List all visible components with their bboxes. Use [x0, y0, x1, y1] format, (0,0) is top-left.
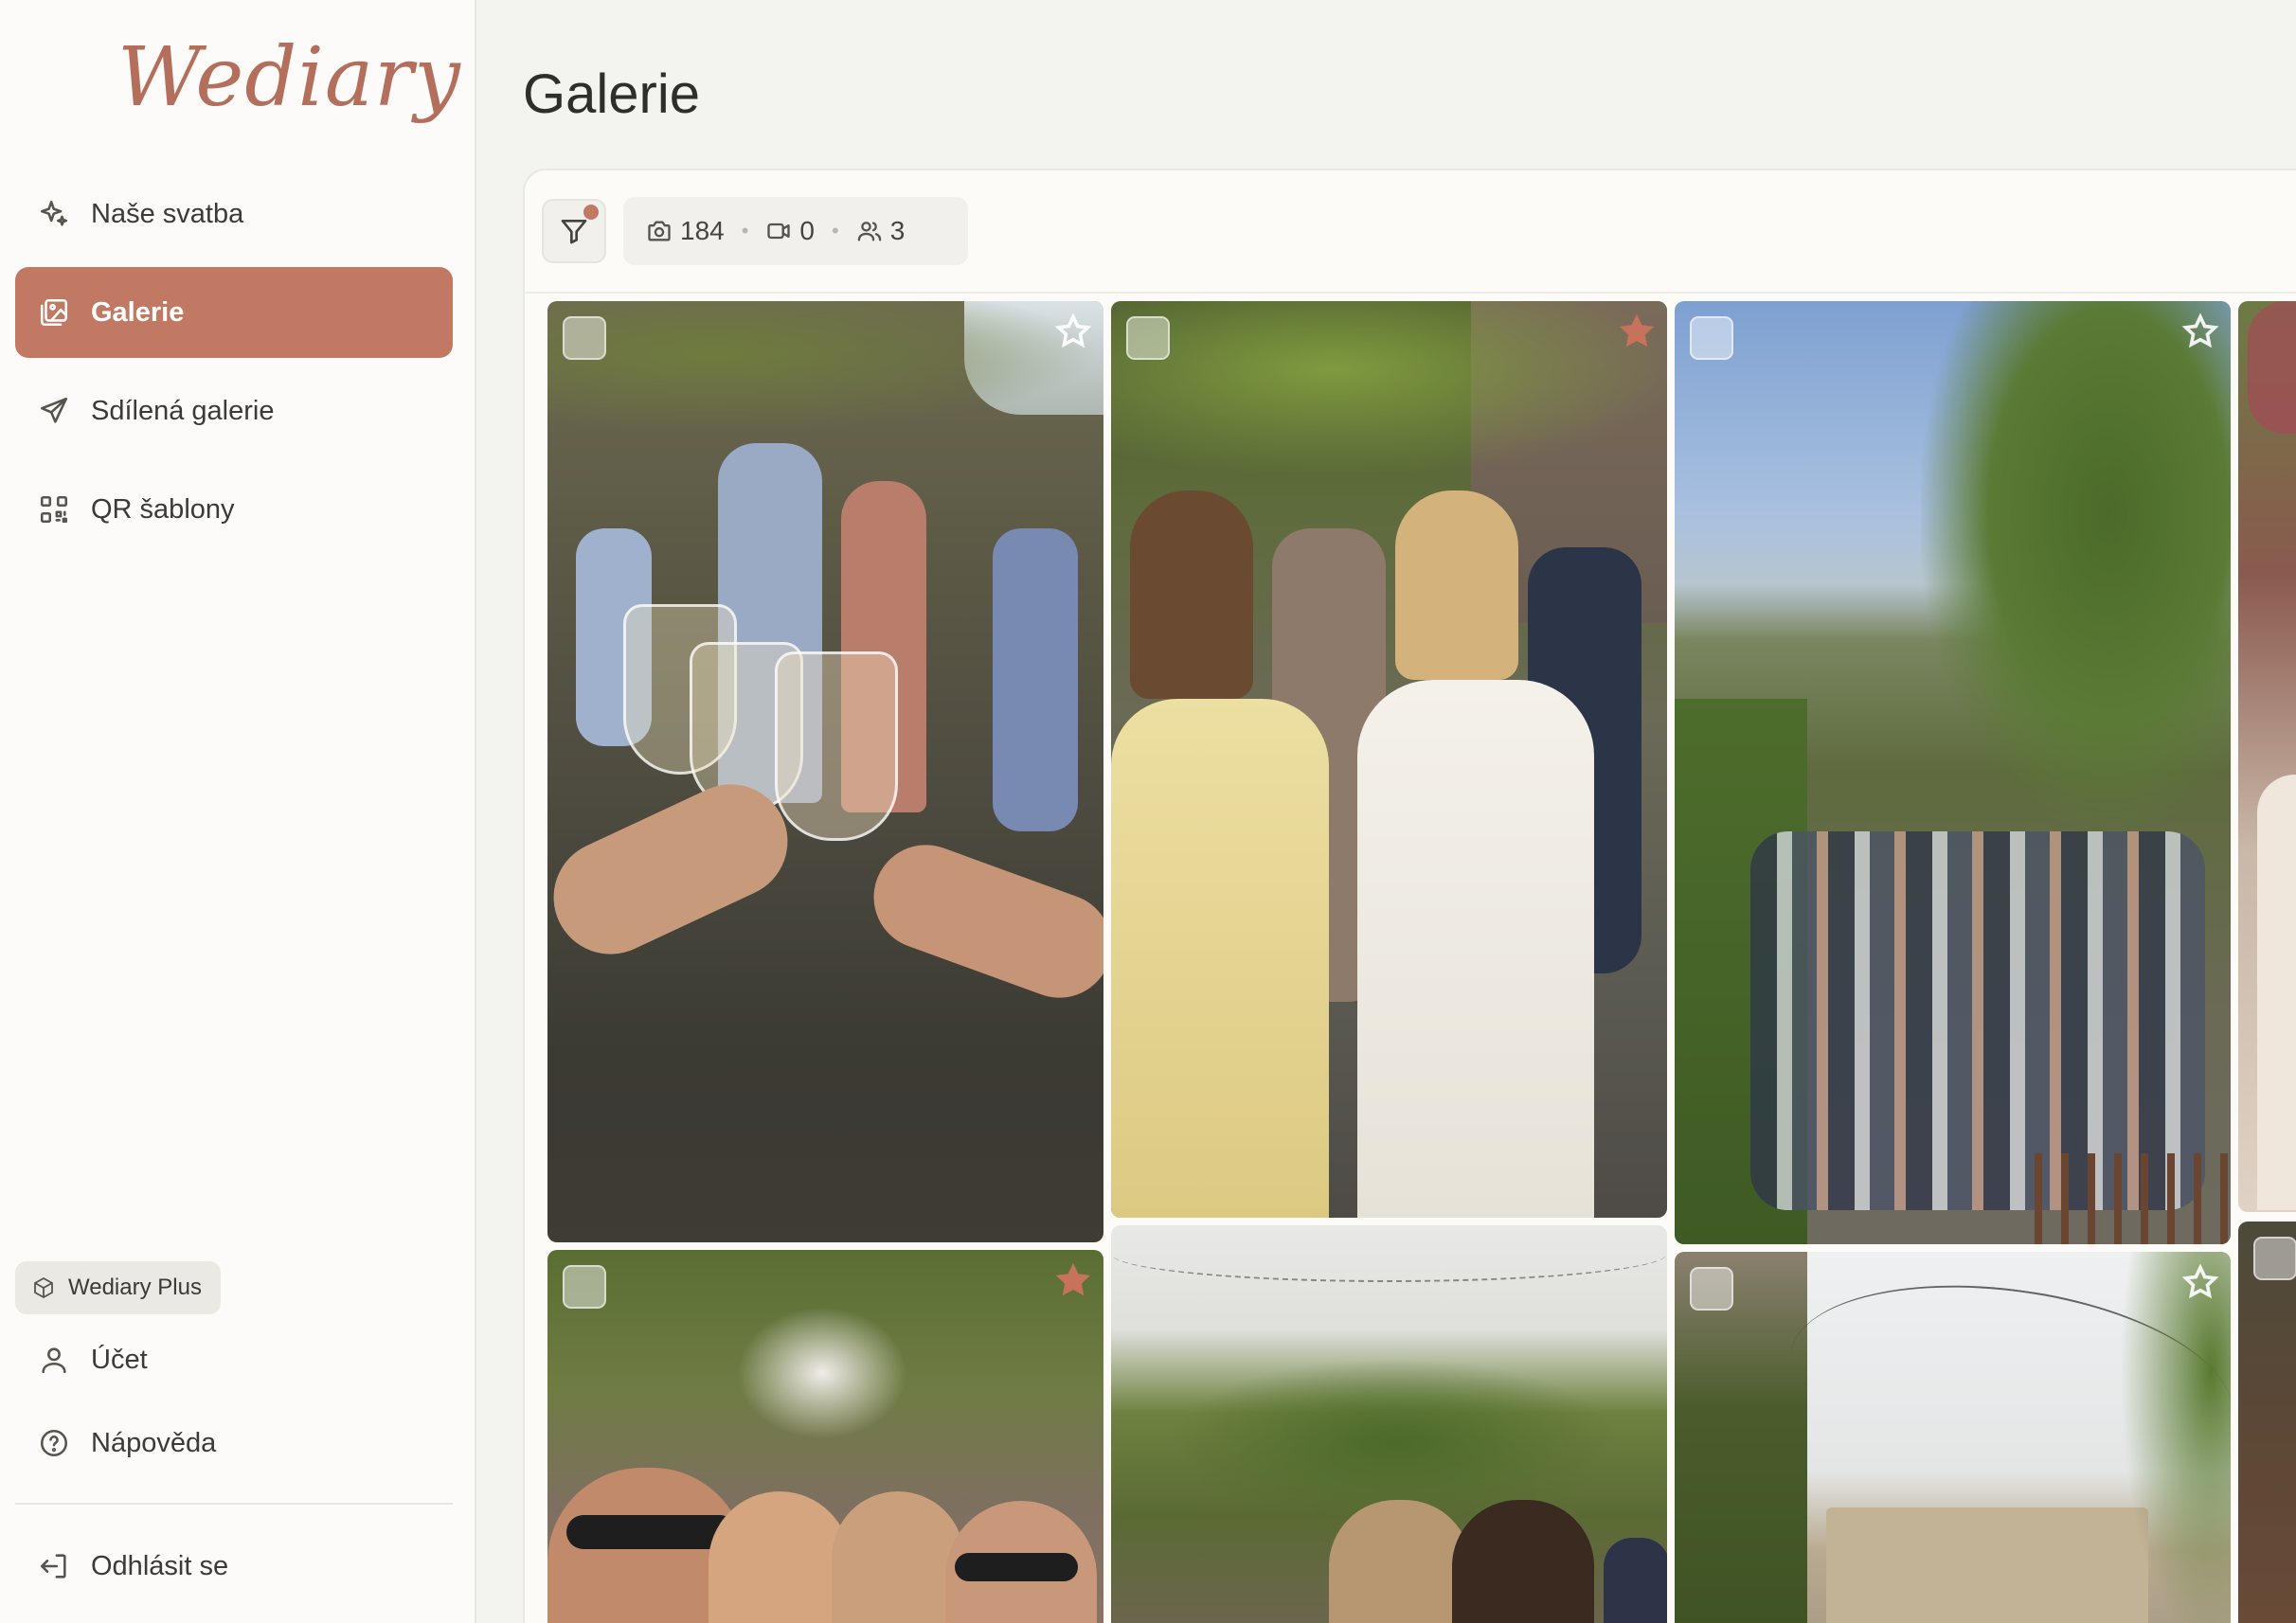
plan-badge[interactable]: Wediary Plus — [15, 1261, 221, 1314]
qr-code-icon — [38, 493, 70, 526]
photo-tile[interactable] — [1675, 301, 2231, 1244]
sidebar-item-qr-sablony[interactable]: QR šablony — [15, 464, 453, 555]
sidebar-item-nase-svatba[interactable]: Naše svatba — [15, 169, 453, 259]
app-logo[interactable]: Wediary — [117, 30, 461, 125]
sidebar-item-odhlasit[interactable]: Odhlásit se — [15, 1521, 453, 1612]
logout-icon — [38, 1550, 70, 1582]
page-title: Galerie — [523, 63, 700, 125]
select-checkbox[interactable] — [2253, 1237, 2296, 1280]
gallery-icon — [38, 296, 70, 329]
sidebar-item-label: Odhlásit se — [91, 1550, 229, 1581]
sidebar-item-label: Galerie — [91, 296, 185, 328]
sidebar-item-label: Nápověda — [91, 1427, 217, 1458]
photo-tile[interactable] — [1111, 301, 1667, 1218]
favorite-star-icon[interactable] — [2181, 312, 2219, 350]
guests-count: 3 — [856, 216, 905, 246]
sparkles-icon — [38, 198, 70, 230]
filter-button[interactable] — [542, 199, 606, 263]
users-icon — [857, 222, 881, 241]
sidebar-item-label: QR šablony — [91, 493, 235, 525]
sidebar-item-galerie[interactable]: Galerie — [15, 267, 453, 358]
video-icon — [767, 223, 791, 240]
sidebar: Wediary Naše svatba Galerie Sdílená gale… — [0, 0, 476, 1623]
sidebar-item-label: Účet — [91, 1344, 148, 1375]
photos-count: 184 — [646, 216, 725, 246]
select-checkbox[interactable] — [1690, 316, 1733, 360]
sidebar-item-sdilena-galerie[interactable]: Sdílená galerie — [15, 366, 453, 456]
photo-tile[interactable] — [1111, 1225, 1667, 1623]
favorite-star-icon[interactable] — [1054, 1261, 1092, 1299]
photo-tile[interactable] — [2238, 1222, 2296, 1623]
toolbar-divider — [523, 292, 2296, 294]
photo-tile[interactable] — [547, 301, 1103, 1242]
videos-count: 0 — [765, 216, 815, 246]
select-checkbox[interactable] — [1126, 316, 1170, 360]
select-checkbox[interactable] — [563, 1265, 606, 1309]
sidebar-divider — [15, 1503, 453, 1505]
camera-icon — [648, 221, 671, 241]
filter-active-dot — [583, 205, 599, 220]
favorite-star-icon[interactable] — [1618, 312, 1656, 350]
package-icon — [34, 1276, 53, 1299]
photo-tile[interactable] — [1675, 1252, 2231, 1623]
favorite-star-icon[interactable] — [2181, 1263, 2219, 1301]
plan-badge-label: Wediary Plus — [68, 1275, 202, 1300]
gallery-stats: 184 • 0 • 3 — [623, 197, 968, 265]
select-checkbox[interactable] — [1690, 1267, 1733, 1311]
filter-icon — [561, 220, 587, 244]
sidebar-item-label: Naše svatba — [91, 198, 244, 229]
select-checkbox[interactable] — [563, 316, 606, 360]
favorite-star-icon[interactable] — [1054, 312, 1092, 350]
user-icon — [38, 1344, 70, 1376]
photo-tile[interactable] — [547, 1250, 1103, 1623]
sidebar-item-ucet[interactable]: Účet — [15, 1314, 453, 1405]
help-icon — [38, 1427, 70, 1459]
sidebar-item-label: Sdílená galerie — [91, 395, 275, 426]
send-icon — [38, 395, 70, 427]
sidebar-item-napoveda[interactable]: Nápověda — [15, 1398, 453, 1489]
photo-tile[interactable] — [2238, 301, 2296, 1212]
